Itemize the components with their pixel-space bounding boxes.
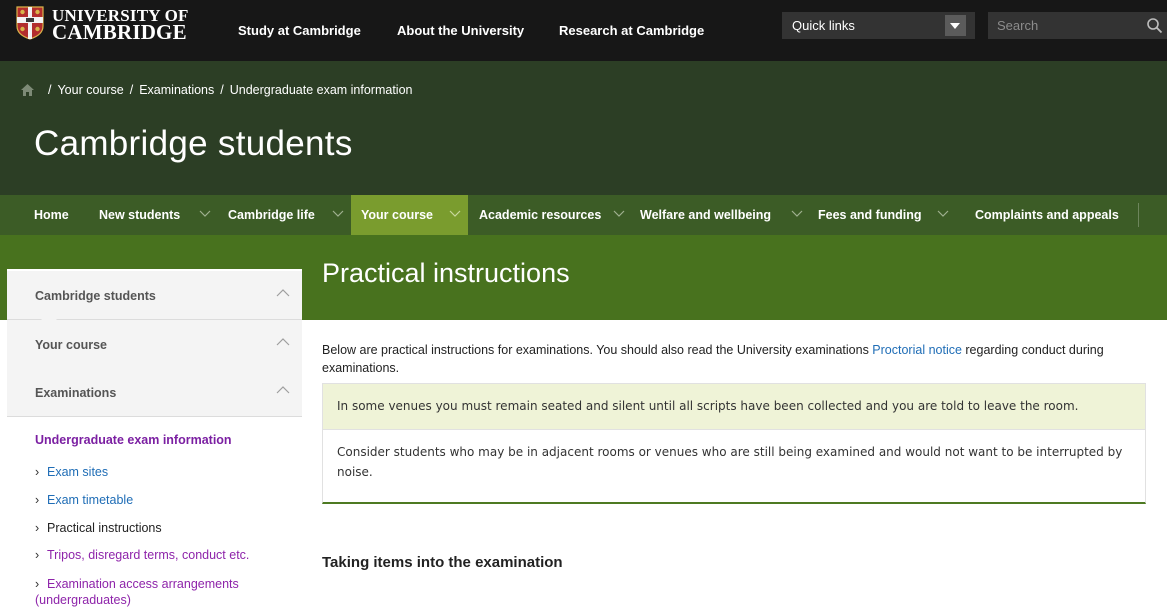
section-heading: Taking items into the examination	[322, 554, 563, 571]
chevron-down-icon[interactable]	[791, 208, 803, 220]
nav-cambridge-life[interactable]: Cambridge life	[228, 195, 315, 235]
panel-body-text: Consider students who may be in adjacent…	[337, 445, 1123, 479]
sidebar-section-your-course[interactable]: Your course	[7, 320, 302, 378]
sidebar-link-practical-instructions[interactable]: › Practical instructions	[35, 520, 162, 536]
university-logo[interactable]: UNIVERSITY OF CAMBRIDGE	[16, 6, 189, 44]
home-icon[interactable]	[21, 84, 34, 96]
chevron-right-icon: ›	[35, 521, 40, 535]
chevron-down-icon[interactable]	[937, 208, 949, 220]
nav-complaints-appeals[interactable]: Complaints and appeals	[975, 195, 1119, 235]
chevron-right-icon: ›	[35, 548, 40, 562]
chevron-right-icon: ›	[35, 577, 40, 591]
logo-line-2: CAMBRIDGE	[52, 20, 187, 44]
site-title[interactable]: Cambridge students	[34, 124, 353, 164]
page-title: Practical instructions	[322, 258, 570, 288]
sidebar-section-label: Examinations	[35, 386, 117, 400]
sidebar-section-label: Your course	[35, 338, 108, 352]
proctorial-notice-link[interactable]: Proctorial notice	[872, 343, 962, 357]
crest-icon	[16, 6, 44, 40]
highlight-text: In some venues you must remain seated an…	[337, 399, 1079, 413]
nav-divider	[1138, 203, 1139, 227]
highlight-box: In some venues you must remain seated an…	[323, 384, 1145, 430]
chevron-up-icon[interactable]	[276, 385, 290, 395]
nav-fees-funding[interactable]: Fees and funding	[818, 195, 921, 235]
breadcrumb-your-course[interactable]: Your course	[57, 83, 123, 97]
nav-welfare-wellbeing[interactable]: Welfare and wellbeing	[640, 195, 771, 235]
nav-your-course[interactable]: Your course	[351, 195, 468, 235]
chevron-right-icon: ›	[35, 493, 40, 507]
nav-academic-resources[interactable]: Academic resources	[479, 195, 601, 235]
breadcrumb-examinations[interactable]: Examinations	[139, 83, 214, 97]
search-placeholder: Search	[997, 18, 1039, 33]
topnav-research[interactable]: Research at Cambridge	[559, 0, 704, 61]
breadcrumb: / Your course / Examinations / Undergrad…	[21, 83, 413, 97]
sidebar-section-label: Cambridge students	[35, 289, 156, 303]
chevron-down-icon[interactable]	[332, 208, 344, 220]
top-bar: UNIVERSITY OF CAMBRIDGE Study at Cambrid…	[0, 0, 1167, 61]
search-icon[interactable]	[1145, 16, 1165, 36]
chevron-up-icon[interactable]	[276, 288, 290, 298]
sidebar-link-tripos[interactable]: › Tripos, disregard terms, conduct etc.	[35, 547, 249, 563]
search-input[interactable]: Search	[988, 12, 1167, 39]
topnav-study[interactable]: Study at Cambridge	[238, 0, 361, 61]
sidebar-section-cambridge-students[interactable]: Cambridge students	[7, 271, 302, 329]
nav-your-course-label: Your course	[361, 208, 434, 222]
intro-paragraph: Below are practical instructions for exa…	[322, 343, 1104, 375]
nav-home[interactable]: Home	[34, 195, 69, 235]
sidebar-section-examinations[interactable]: Examinations	[7, 368, 302, 417]
quick-links-label: Quick links	[792, 18, 855, 33]
sidebar-link-exam-timetable[interactable]: › Exam timetable	[35, 492, 133, 508]
chevron-down-icon[interactable]	[199, 208, 211, 220]
sidebar-link-exam-sites[interactable]: › Exam sites	[35, 464, 108, 480]
sidebar-link-access-arrangements[interactable]: › Examination access arrangements (underg…	[35, 576, 275, 608]
chevron-down-icon[interactable]	[449, 208, 461, 220]
chevron-down-icon[interactable]	[613, 208, 625, 220]
site-header: / Your course / Examinations / Undergrad…	[0, 61, 1167, 195]
instruction-panel: In some venues you must remain seated an…	[322, 383, 1146, 504]
chevron-up-icon[interactable]	[276, 337, 290, 347]
chevron-right-icon: ›	[35, 465, 40, 479]
quick-links-select[interactable]: Quick links	[782, 12, 975, 39]
nav-new-students[interactable]: New students	[99, 195, 180, 235]
topnav-about[interactable]: About the University	[397, 0, 524, 61]
sidebar-current-page[interactable]: Undergraduate exam information	[35, 433, 232, 447]
main-nav: Home New students Cambridge life Your co…	[0, 195, 1167, 235]
dropdown-arrow-icon[interactable]	[945, 15, 966, 36]
breadcrumb-undergraduate-exam-info[interactable]: Undergraduate exam information	[230, 83, 413, 97]
